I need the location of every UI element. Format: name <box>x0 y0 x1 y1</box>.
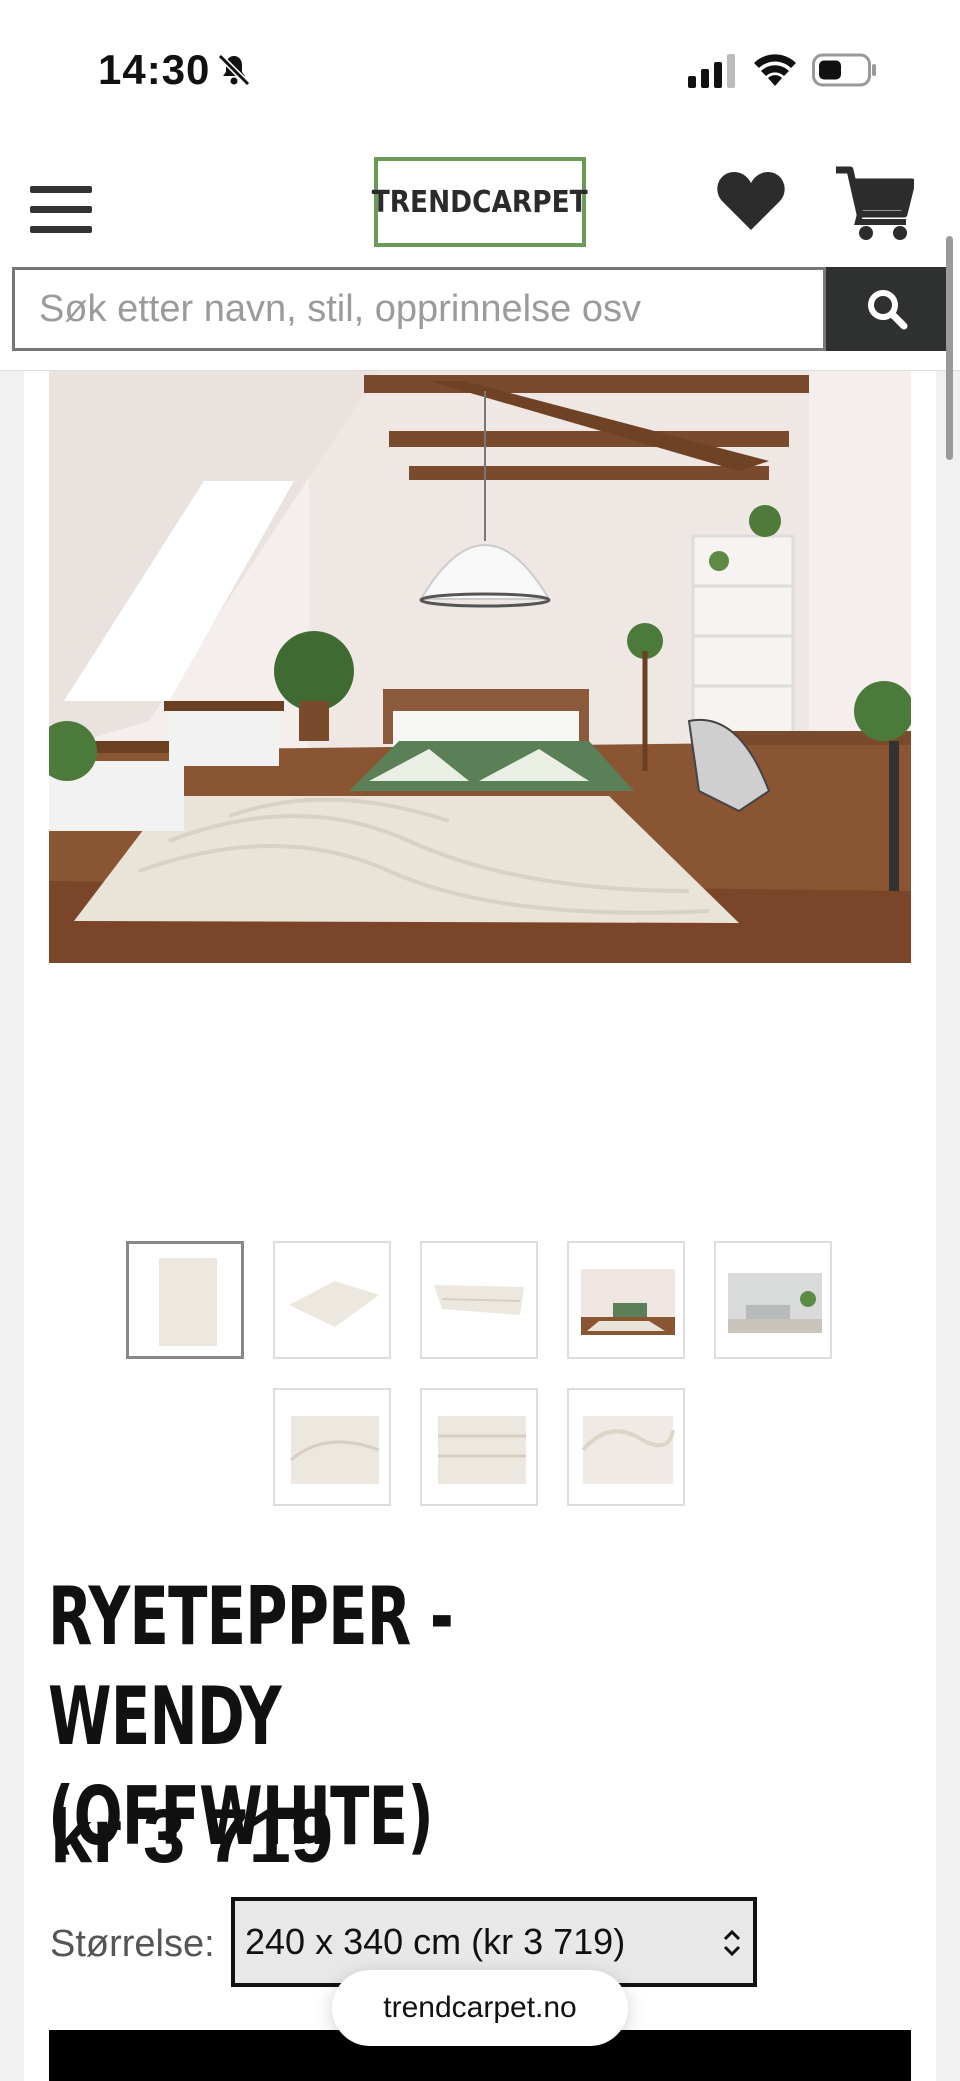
status-time: 14:30 <box>98 46 211 93</box>
thumbnail-rug-angle-view[interactable] <box>273 1241 391 1359</box>
product-price: kr 3 719 <box>50 1794 334 1879</box>
cellular-signal-icon <box>688 54 735 88</box>
thumbnail-rug-pattern-closeup-2[interactable] <box>420 1388 538 1506</box>
product-content: RYETEPPER - WENDY (OFFWHITE) kr 3 719 St… <box>24 371 936 2081</box>
thumbnail-living-room-scene[interactable] <box>714 1241 832 1359</box>
search-button[interactable] <box>826 267 948 351</box>
select-chevron-icon <box>723 1929 741 1957</box>
product-main-image[interactable] <box>49 371 911 963</box>
status-bar: 14:30 <box>0 0 960 140</box>
battery-icon <box>812 53 876 87</box>
search-icon <box>868 290 908 330</box>
thumbnail-rug-edge-view[interactable] <box>420 1241 538 1359</box>
logo-text: TRENDCARPET <box>372 184 588 220</box>
size-selected-value: 240 x 340 cm (kr 3 719) <box>245 1921 626 1962</box>
wishlist-heart-icon[interactable] <box>716 170 786 232</box>
wifi-icon <box>754 54 796 86</box>
menu-icon[interactable] <box>30 186 92 236</box>
search-input[interactable] <box>15 270 823 348</box>
bell-muted-icon <box>217 53 251 87</box>
site-header: TRENDCARPET <box>0 140 960 371</box>
search-box <box>12 267 826 351</box>
product-title-line1: RYETEPPER - WENDY <box>48 1570 454 1763</box>
page-scrollbar[interactable] <box>946 236 953 460</box>
thumbnail-rug-top-view[interactable] <box>126 1241 244 1359</box>
thumbnail-bedroom-scene[interactable] <box>567 1241 685 1359</box>
thumbnail-rug-pattern-closeup-1[interactable] <box>273 1388 391 1506</box>
size-label: Størrelse: <box>50 1923 215 1965</box>
trendcarpet-logo[interactable]: TRENDCARPET <box>372 157 588 247</box>
browser-url-pill[interactable]: trendcarpet.no <box>332 1970 628 2046</box>
thumbnail-rug-texture-closeup[interactable] <box>567 1388 685 1506</box>
cart-icon[interactable] <box>834 164 914 242</box>
